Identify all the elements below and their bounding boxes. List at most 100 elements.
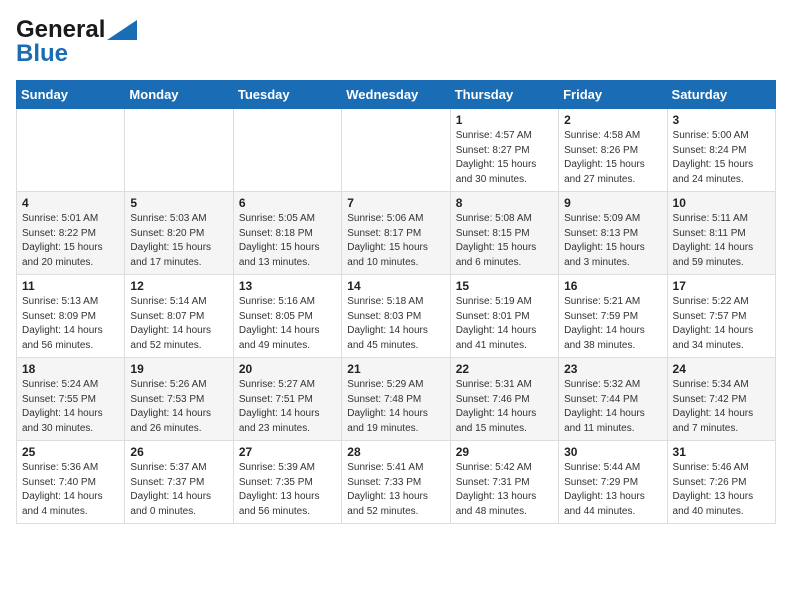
- day-number: 8: [456, 196, 553, 210]
- day-number: 7: [347, 196, 444, 210]
- day-cell: 30 Sunrise: 5:44 AM Sunset: 7:29 PM Dayli…: [559, 441, 667, 524]
- day-number: 26: [130, 445, 227, 459]
- day-number: 29: [456, 445, 553, 459]
- day-cell: 16 Sunrise: 5:21 AM Sunset: 7:59 PM Dayli…: [559, 275, 667, 358]
- day-cell: 12 Sunrise: 5:14 AM Sunset: 8:07 PM Dayli…: [125, 275, 233, 358]
- day-number: 16: [564, 279, 661, 293]
- day-number: 24: [673, 362, 770, 376]
- day-info: Sunrise: 5:16 AM Sunset: 8:05 PM Dayligh…: [239, 295, 336, 353]
- day-number: 3: [673, 113, 770, 127]
- day-cell: 25 Sunrise: 5:36 AM Sunset: 7:40 PM Dayli…: [17, 441, 125, 524]
- day-number: 6: [239, 196, 336, 210]
- weekday-sunday: Sunday: [17, 81, 125, 109]
- day-cell: 10Sunrise: 5:11 AM Sunset: 8:11 PM Dayli…: [667, 192, 775, 275]
- day-number: 11: [22, 279, 119, 293]
- day-number: 1: [456, 113, 553, 127]
- day-number: 4: [22, 196, 119, 210]
- day-cell: 26 Sunrise: 5:37 AM Sunset: 7:37 PM Dayli…: [125, 441, 233, 524]
- logo-icon: [107, 20, 137, 40]
- day-cell: 29 Sunrise: 5:42 AM Sunset: 7:31 PM Dayli…: [450, 441, 558, 524]
- page-header: General Blue: [16, 16, 776, 68]
- day-number: 14: [347, 279, 444, 293]
- day-cell: 17Sunrise: 5:22 AM Sunset: 7:57 PM Dayli…: [667, 275, 775, 358]
- logo-blue: Blue: [16, 40, 68, 68]
- day-info: Sunrise: 5:24 AM Sunset: 7:55 PM Dayligh…: [22, 378, 119, 436]
- day-info: Sunrise: 5:13 AM Sunset: 8:09 PM Dayligh…: [22, 295, 119, 353]
- day-info: Sunrise: 5:03 AM Sunset: 8:20 PM Dayligh…: [130, 212, 227, 270]
- week-row-1: 1 Sunrise: 4:57 AM Sunset: 8:27 PM Daylig…: [17, 109, 776, 192]
- day-cell: 2 Sunrise: 4:58 AM Sunset: 8:26 PM Daylig…: [559, 109, 667, 192]
- day-number: 20: [239, 362, 336, 376]
- day-number: 2: [564, 113, 661, 127]
- day-number: 10: [673, 196, 770, 210]
- day-number: 19: [130, 362, 227, 376]
- week-row-5: 25 Sunrise: 5:36 AM Sunset: 7:40 PM Dayli…: [17, 441, 776, 524]
- day-info: Sunrise: 5:19 AM Sunset: 8:01 PM Dayligh…: [456, 295, 553, 353]
- weekday-monday: Monday: [125, 81, 233, 109]
- day-info: Sunrise: 5:09 AM Sunset: 8:13 PM Dayligh…: [564, 212, 661, 270]
- day-number: 9: [564, 196, 661, 210]
- day-info: Sunrise: 5:26 AM Sunset: 7:53 PM Dayligh…: [130, 378, 227, 436]
- day-number: 30: [564, 445, 661, 459]
- day-number: 25: [22, 445, 119, 459]
- day-info: Sunrise: 5:31 AM Sunset: 7:46 PM Dayligh…: [456, 378, 553, 436]
- day-info: Sunrise: 5:27 AM Sunset: 7:51 PM Dayligh…: [239, 378, 336, 436]
- day-info: Sunrise: 5:34 AM Sunset: 7:42 PM Dayligh…: [673, 378, 770, 436]
- day-info: Sunrise: 5:08 AM Sunset: 8:15 PM Dayligh…: [456, 212, 553, 270]
- day-info: Sunrise: 5:29 AM Sunset: 7:48 PM Dayligh…: [347, 378, 444, 436]
- weekday-header-row: SundayMondayTuesdayWednesdayThursdayFrid…: [17, 81, 776, 109]
- day-cell: 28 Sunrise: 5:41 AM Sunset: 7:33 PM Dayli…: [342, 441, 450, 524]
- day-number: 12: [130, 279, 227, 293]
- day-number: 13: [239, 279, 336, 293]
- day-info: Sunrise: 5:01 AM Sunset: 8:22 PM Dayligh…: [22, 212, 119, 270]
- day-cell: [233, 109, 341, 192]
- day-info: Sunrise: 5:21 AM Sunset: 7:59 PM Dayligh…: [564, 295, 661, 353]
- day-info: Sunrise: 5:42 AM Sunset: 7:31 PM Dayligh…: [456, 461, 553, 519]
- calendar: SundayMondayTuesdayWednesdayThursdayFrid…: [16, 80, 776, 524]
- day-cell: 20 Sunrise: 5:27 AM Sunset: 7:51 PM Dayli…: [233, 358, 341, 441]
- day-cell: 1 Sunrise: 4:57 AM Sunset: 8:27 PM Daylig…: [450, 109, 558, 192]
- day-info: Sunrise: 5:00 AM Sunset: 8:24 PM Dayligh…: [673, 129, 770, 187]
- day-cell: 8 Sunrise: 5:08 AM Sunset: 8:15 PM Daylig…: [450, 192, 558, 275]
- day-cell: 3 Sunrise: 5:00 AM Sunset: 8:24 PM Daylig…: [667, 109, 775, 192]
- day-cell: 27 Sunrise: 5:39 AM Sunset: 7:35 PM Dayli…: [233, 441, 341, 524]
- day-cell: 6Sunrise: 5:05 AM Sunset: 8:18 PM Daylig…: [233, 192, 341, 275]
- day-cell: 4 Sunrise: 5:01 AM Sunset: 8:22 PM Daylig…: [17, 192, 125, 275]
- weekday-friday: Friday: [559, 81, 667, 109]
- day-cell: 23Sunrise: 5:32 AM Sunset: 7:44 PM Dayli…: [559, 358, 667, 441]
- day-cell: 11 Sunrise: 5:13 AM Sunset: 8:09 PM Dayli…: [17, 275, 125, 358]
- day-info: Sunrise: 5:39 AM Sunset: 7:35 PM Dayligh…: [239, 461, 336, 519]
- day-number: 18: [22, 362, 119, 376]
- day-number: 22: [456, 362, 553, 376]
- day-cell: 21Sunrise: 5:29 AM Sunset: 7:48 PM Dayli…: [342, 358, 450, 441]
- day-number: 27: [239, 445, 336, 459]
- day-cell: 7 Sunrise: 5:06 AM Sunset: 8:17 PM Daylig…: [342, 192, 450, 275]
- day-info: Sunrise: 5:18 AM Sunset: 8:03 PM Dayligh…: [347, 295, 444, 353]
- day-cell: [125, 109, 233, 192]
- day-cell: 5 Sunrise: 5:03 AM Sunset: 8:20 PM Daylig…: [125, 192, 233, 275]
- day-cell: 24 Sunrise: 5:34 AM Sunset: 7:42 PM Dayli…: [667, 358, 775, 441]
- day-info: Sunrise: 5:41 AM Sunset: 7:33 PM Dayligh…: [347, 461, 444, 519]
- day-cell: 15 Sunrise: 5:19 AM Sunset: 8:01 PM Dayli…: [450, 275, 558, 358]
- day-info: Sunrise: 5:37 AM Sunset: 7:37 PM Dayligh…: [130, 461, 227, 519]
- day-info: Sunrise: 5:06 AM Sunset: 8:17 PM Dayligh…: [347, 212, 444, 270]
- day-cell: 19 Sunrise: 5:26 AM Sunset: 7:53 PM Dayli…: [125, 358, 233, 441]
- day-cell: 13 Sunrise: 5:16 AM Sunset: 8:05 PM Dayli…: [233, 275, 341, 358]
- logo: General Blue: [16, 16, 137, 68]
- week-row-2: 4 Sunrise: 5:01 AM Sunset: 8:22 PM Daylig…: [17, 192, 776, 275]
- day-info: Sunrise: 5:14 AM Sunset: 8:07 PM Dayligh…: [130, 295, 227, 353]
- day-number: 5: [130, 196, 227, 210]
- day-number: 15: [456, 279, 553, 293]
- day-cell: 31Sunrise: 5:46 AM Sunset: 7:26 PM Dayli…: [667, 441, 775, 524]
- day-cell: [17, 109, 125, 192]
- day-number: 31: [673, 445, 770, 459]
- weekday-wednesday: Wednesday: [342, 81, 450, 109]
- weekday-saturday: Saturday: [667, 81, 775, 109]
- day-info: Sunrise: 5:36 AM Sunset: 7:40 PM Dayligh…: [22, 461, 119, 519]
- day-info: Sunrise: 4:57 AM Sunset: 8:27 PM Dayligh…: [456, 129, 553, 187]
- day-info: Sunrise: 5:44 AM Sunset: 7:29 PM Dayligh…: [564, 461, 661, 519]
- day-number: 28: [347, 445, 444, 459]
- day-cell: 9 Sunrise: 5:09 AM Sunset: 8:13 PM Daylig…: [559, 192, 667, 275]
- day-info: Sunrise: 4:58 AM Sunset: 8:26 PM Dayligh…: [564, 129, 661, 187]
- day-number: 17: [673, 279, 770, 293]
